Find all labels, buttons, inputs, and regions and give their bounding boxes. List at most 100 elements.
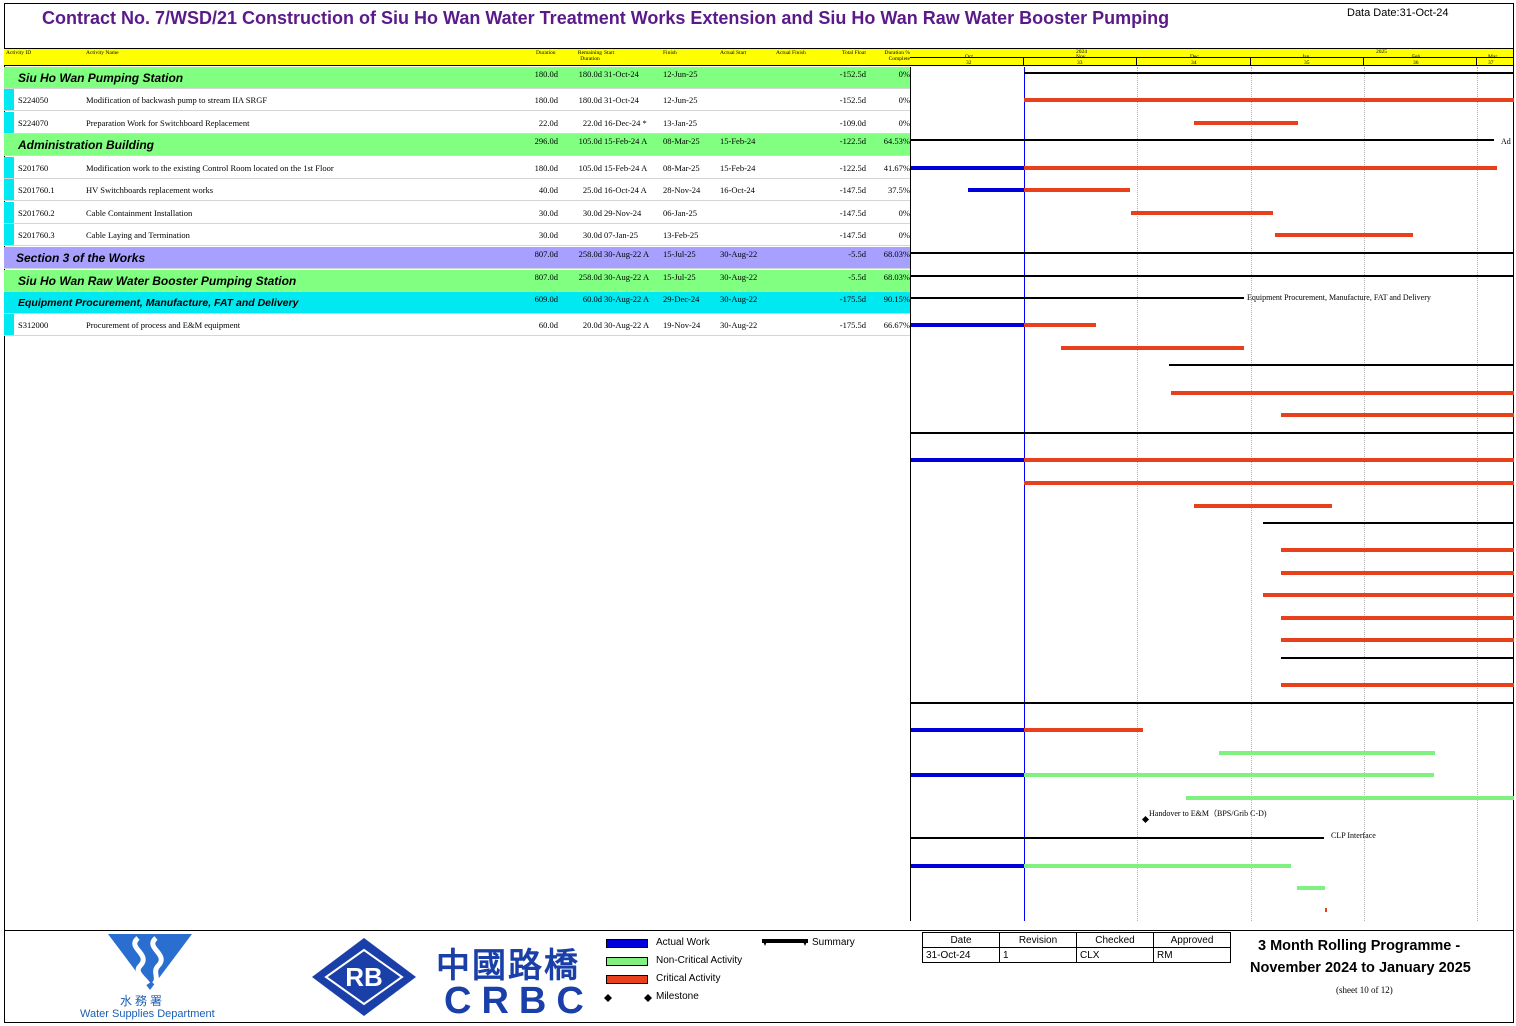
gantt-critical-bar[interactable] <box>1281 638 1514 642</box>
col-header-total-float[interactable]: Total Float <box>842 50 866 56</box>
cell-astart: 30-Aug-22 <box>720 249 758 259</box>
gantt-critical-bar[interactable] <box>1024 323 1096 327</box>
gantt-critical-bar[interactable] <box>1281 413 1514 417</box>
gantt-critical-bar[interactable] <box>1194 121 1298 125</box>
gantt-critical-bar[interactable] <box>1281 571 1514 575</box>
gantt-noncritical-bar[interactable] <box>1219 751 1435 755</box>
wsd-logo-icon <box>108 934 192 990</box>
data-date-line <box>1024 67 1025 921</box>
col-header-duration[interactable]: Duration <box>536 50 556 56</box>
gantt-critical-bar[interactable] <box>1263 593 1514 597</box>
gantt-label-handover: Handover to E&M（BPS/Grib C-D) <box>1149 809 1267 818</box>
gantt-noncritical-bar[interactable] <box>1186 796 1514 800</box>
gantt-critical-bar[interactable] <box>1024 188 1130 192</box>
wsd-name-english: Water Supplies Department <box>80 1008 215 1020</box>
gantt-actual-bar[interactable] <box>911 728 1024 732</box>
gantt-critical-bar[interactable] <box>1024 98 1514 102</box>
activity-row[interactable]: S201760 Modification work to the existing… <box>4 157 910 179</box>
gantt-critical-bar[interactable] <box>1061 346 1244 350</box>
gantt-summary-bar[interactable] <box>1263 522 1514 524</box>
gantt-actual-bar[interactable] <box>911 864 1024 868</box>
cell-name: Cable Laying and Termination <box>86 230 190 240</box>
gantt-summary-bar[interactable] <box>911 252 1514 254</box>
gantt-critical-bar[interactable] <box>1024 728 1143 732</box>
col-header-actual-start[interactable]: Actual Start <box>720 50 746 56</box>
gantt-critical-bar[interactable] <box>1281 548 1514 552</box>
cell-name: Cable Containment Installation <box>86 208 193 218</box>
cell-start: 30-Aug-22 A <box>604 320 650 330</box>
cell-tf: -152.5d <box>839 95 866 105</box>
cell-rem: 60.0d <box>582 294 602 304</box>
cell-pct: 68.03% <box>883 249 910 259</box>
gantt-actual-bar[interactable] <box>911 773 1024 777</box>
col-header-start[interactable]: Start <box>604 50 614 56</box>
activity-row[interactable]: S201760.2 Cable Containment Installation 3… <box>4 202 910 224</box>
gantt-critical-bar[interactable] <box>1325 908 1327 912</box>
gantt-critical-bar[interactable] <box>1281 616 1514 620</box>
wbs-group-row[interactable]: Administration Building 296.0d 105.0d 15-Fe… <box>4 134 910 156</box>
gantt-actual-bar[interactable] <box>911 323 1024 327</box>
gantt-summary-bar[interactable] <box>1281 657 1514 659</box>
wbs-group-row[interactable]: Section 3 of the Works 807.0d 258.0d 30-Aug… <box>4 247 910 269</box>
timescale-header: 2024 2025 Oct Nov Dec Jan Feb Mar 32 33 … <box>910 48 1513 66</box>
gantt-summary-bar[interactable] <box>911 139 1494 141</box>
approval-checked: CLX <box>1076 947 1154 963</box>
gantt-milestone[interactable] <box>1141 815 1150 824</box>
cell-astart: 30-Aug-22 <box>720 272 758 282</box>
gantt-summary-bar[interactable] <box>1169 364 1514 366</box>
gantt-actual-bar[interactable] <box>911 458 1024 462</box>
cell-start: 30-Aug-22 A <box>604 294 650 304</box>
gantt-critical-bar[interactable] <box>1281 683 1514 687</box>
gantt-noncritical-bar[interactable] <box>1024 773 1434 777</box>
cell-rem: 180.0d <box>578 95 602 105</box>
activity-row[interactable]: S224070 Preparation Work for Switchboard … <box>4 112 910 134</box>
wbs-group-row[interactable]: Siu Ho Wan Pumping Station 180.0d 180.0d 31… <box>4 67 910 89</box>
gantt-summary-bar[interactable] <box>911 297 1244 299</box>
col-header-remaining[interactable]: Remaining Duration <box>576 50 604 62</box>
activity-row[interactable]: S201760.3 Cable Laying and Termination 30.… <box>4 224 910 246</box>
gantt-summary-bar[interactable] <box>911 432 1514 434</box>
gantt-actual-bar[interactable] <box>911 166 1024 170</box>
col-header-id[interactable]: Activity ID <box>6 50 31 56</box>
approval-header-date: Date <box>922 932 1000 948</box>
gantt-critical-bar[interactable] <box>1194 504 1332 508</box>
cell-pct: 0% <box>898 230 910 240</box>
cell-start: 31-Oct-24 <box>604 69 639 79</box>
gantt-critical-bar[interactable] <box>1024 166 1497 170</box>
gantt-summary-bar[interactable] <box>911 702 1514 704</box>
gantt-critical-bar[interactable] <box>1024 481 1514 485</box>
gantt-summary-bar[interactable] <box>1024 72 1514 74</box>
wbs-group-row[interactable]: Equipment Procurement, Manufacture, FAT … <box>4 292 910 314</box>
row-indent-marker <box>4 89 14 110</box>
cell-tf: -109.0d <box>839 118 866 128</box>
col-header-name[interactable]: Activity Name <box>86 50 119 56</box>
col-header-actual-finish[interactable]: Actual Finish <box>776 50 806 56</box>
gantt-noncritical-bar[interactable] <box>1297 886 1325 890</box>
cell-tf: -5.5d <box>848 272 866 282</box>
rb-logo-text: RB <box>345 962 383 992</box>
cell-finish: 08-Mar-25 <box>663 163 700 173</box>
gantt-actual-bar[interactable] <box>968 188 1024 192</box>
gantt-critical-bar[interactable] <box>1131 211 1273 215</box>
activity-row[interactable]: S224050 Modification of backwash pump to … <box>4 89 910 111</box>
gantt-noncritical-bar[interactable] <box>1024 864 1291 868</box>
col-header-finish[interactable]: Finish <box>663 50 677 56</box>
gantt-label-admin: Ad <box>1501 137 1511 146</box>
gantt-summary-bar[interactable] <box>911 275 1514 277</box>
gantt-summary-bar[interactable] <box>911 837 1324 839</box>
gantt-critical-bar[interactable] <box>1275 233 1413 237</box>
gantt-critical-bar[interactable] <box>1171 391 1514 395</box>
cell-dur: 180.0d <box>534 69 558 79</box>
row-indent-marker <box>4 202 14 223</box>
cell-astart: 30-Aug-22 <box>720 294 758 304</box>
cell-tf: -175.5d <box>839 294 866 304</box>
activity-row[interactable]: S201760.1 HV Switchboards replacement wor… <box>4 179 910 201</box>
row-indent-marker <box>4 112 14 133</box>
timescale-period: 33 <box>1077 60 1083 66</box>
legend-summary-label: Summary <box>812 937 855 948</box>
row-indent-marker <box>4 179 14 200</box>
col-header-pct[interactable]: Duration % Complete <box>882 50 910 62</box>
gantt-critical-bar[interactable] <box>1024 458 1514 462</box>
wbs-group-row[interactable]: Siu Ho Wan Raw Water Booster Pumping Sta… <box>4 270 910 292</box>
activity-row[interactable]: S312000 Procurement of process and E&M eq… <box>4 314 910 336</box>
